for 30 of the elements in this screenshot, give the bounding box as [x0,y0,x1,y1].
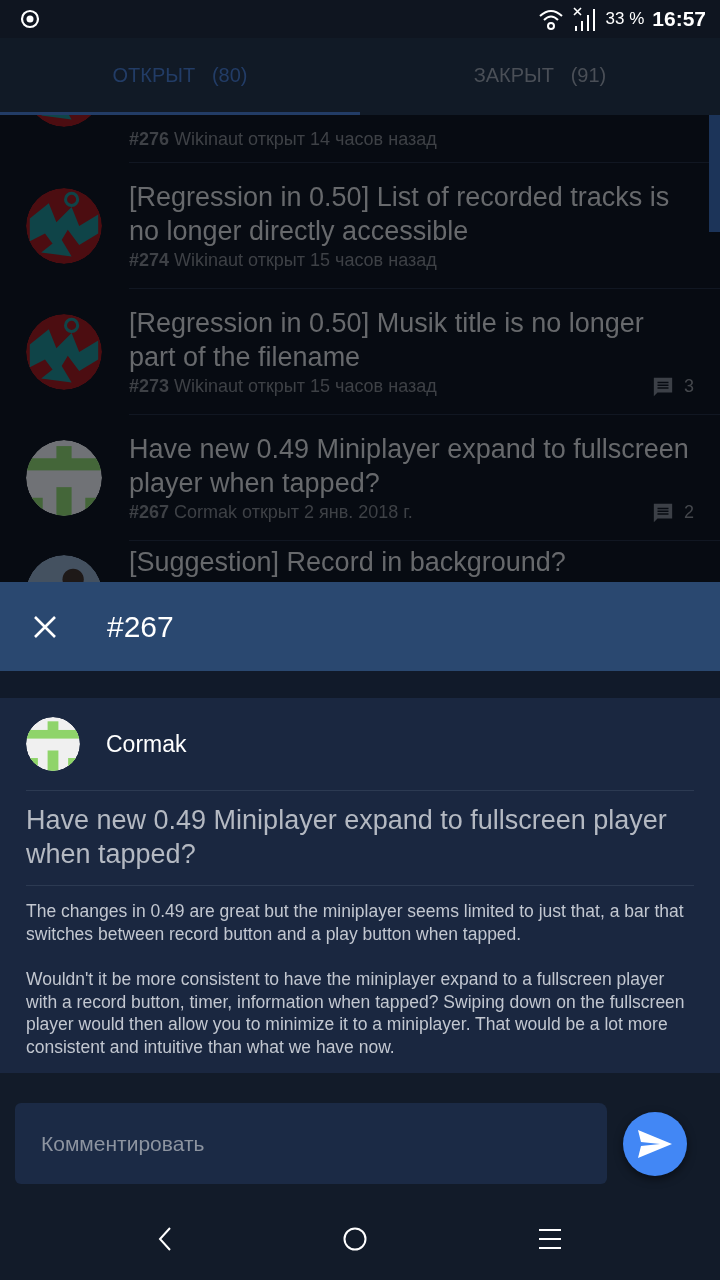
issue-title[interactable]: [Regression in 0.50] Musik title is no longer part of the filename [129,305,694,374]
wifi-icon [537,7,564,31]
avatar-icon [26,314,102,390]
avatar-icon [26,188,102,264]
clock: 16:57 [652,7,706,31]
back-icon[interactable] [157,1226,172,1251]
issue-number: #267 [107,609,174,644]
issue-body: The changes in 0.49 are great but the miniplayer seems limited to just that, a bar that switches between record button and a play button when tapped. [26,900,685,945]
menu-icon[interactable] [538,1227,563,1250]
scrollbar[interactable] [709,115,720,232]
author-name: Cormak [106,730,187,758]
avatar-icon [26,717,80,771]
issue-title[interactable]: [Suggestion] Record in background? [129,545,694,579]
send-icon [638,1129,672,1158]
comment-field[interactable]: Комментировать [15,1103,607,1184]
issue-title[interactable]: [Regression in 0.50] List of recorded tracks is no longer directly accessible [129,180,694,248]
signal-icon [571,6,598,32]
record-icon [20,9,40,29]
issue-title[interactable]: Have new 0.49 Miniplayer expand to fullscreen player when tapped? [129,431,694,500]
avatar-icon [26,440,102,516]
comment-count: 3 [684,376,694,397]
home-icon[interactable] [343,1226,367,1251]
battery-level: 33 % [605,9,645,29]
issue-title: Have new 0.49 Miniplayer expand to fullscreen player when tapped? [26,791,694,886]
comment-count: 2 [684,502,694,523]
tab[interactable]: ЗАКРЫТ (91) [360,38,720,115]
comment-icon [652,501,674,524]
close-icon[interactable] [33,614,57,639]
comment-icon [652,375,674,398]
issue-body: Wouldn't it be more consistent to have the miniplayer expand to a fullscreen player with a record button, timer, information when tapped? Swiping down on the fullscreen player would then allow you to minimize it to a miniplayer. That would be a lot more consistent and intuitive than what we have now. [26,968,686,1058]
